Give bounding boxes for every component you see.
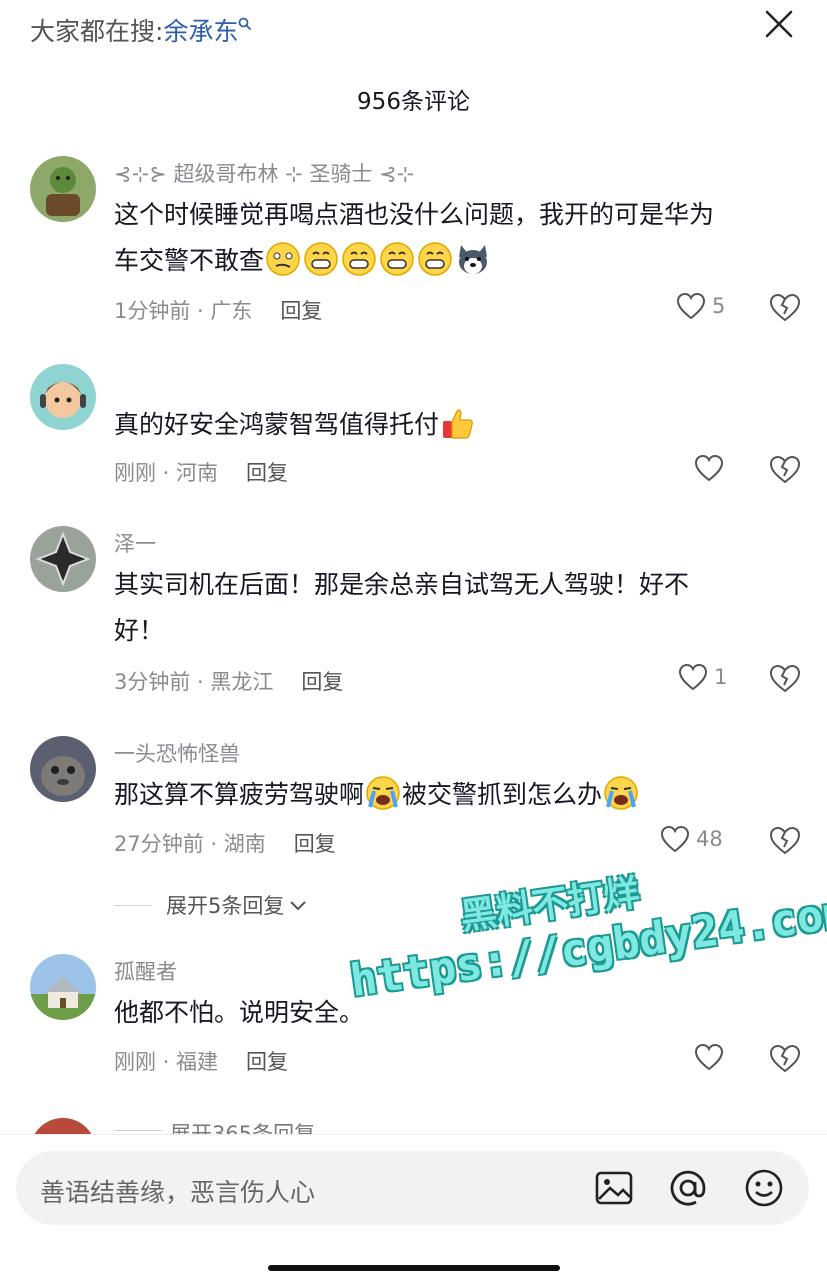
divider xyxy=(114,1130,162,1131)
broken-heart-icon[interactable] xyxy=(768,661,802,695)
like-button[interactable] xyxy=(694,454,724,482)
comment-text-fragment: 被交警抓到怎么办 xyxy=(402,780,603,809)
avatar[interactable] xyxy=(30,364,96,430)
comment-item: ⊰⊹⊱ 超级哥布林 ⊹ 圣骑士 ⊰⊹ 这个时候睡觉再喝点酒也没什么问题，我开的可… xyxy=(0,150,827,340)
comment-input-area: 善语结善缘，恶言伤人心 xyxy=(0,1134,827,1280)
search-prefix-label: 大家都在搜: xyxy=(30,17,164,46)
comment-text-fragment: 真的好安全鸿蒙智驾值得托付 xyxy=(114,410,440,439)
like-button[interactable]: 48 xyxy=(660,825,723,853)
comment-text: 这个时候睡觉再喝点酒也没什么问题，我开的可是华为 车交警不敢查 xyxy=(114,192,794,284)
comment-text-line: 这个时候睡觉再喝点酒也没什么问题，我开的可是华为 xyxy=(114,200,715,229)
time-location: 1分钟前 · 广东 xyxy=(114,299,253,323)
comment-input-placeholder: 善语结善缘，恶言伤人心 xyxy=(40,1178,316,1207)
top-bar: 大家都在搜:余承东 xyxy=(0,0,827,60)
loudly-crying-emoji-icon xyxy=(366,776,400,810)
partial-comment-row: 展开365条回复 xyxy=(0,1108,827,1136)
expand-replies-button[interactable]: 展开5条回复 xyxy=(114,890,308,920)
heart-icon xyxy=(678,663,708,691)
comments-count-title: 956条评论 xyxy=(357,89,470,115)
comment-text: 真的好安全鸿蒙智驾值得托付 xyxy=(114,402,794,448)
comment-meta: 刚刚 · 河南 回复 xyxy=(114,457,288,487)
grin-emoji-icon xyxy=(342,242,376,276)
comment-meta: 27分钟前 · 湖南 回复 xyxy=(114,828,336,858)
like-button[interactable]: 5 xyxy=(676,292,725,320)
comment-text-fragment: 那这算不算疲劳驾驶啊 xyxy=(114,780,365,809)
grin-emoji-icon xyxy=(304,242,338,276)
comment-text: 那这算不算疲劳驾驶啊 被交警抓到怎么办 xyxy=(114,772,794,818)
search-term-link[interactable]: 余承东 xyxy=(163,17,238,46)
like-count: 1 xyxy=(714,665,728,689)
time-location: 刚刚 · 河南 xyxy=(114,461,219,485)
heart-icon xyxy=(660,825,690,853)
comment-item: 一头恐怖怪兽 那这算不算疲劳驾驶啊 被交警抓到怎么办 27分钟前 · 湖南 回复 4… xyxy=(0,730,827,870)
like-count: 5 xyxy=(712,294,726,318)
thinking-face-emoji-icon xyxy=(266,242,300,276)
heart-icon xyxy=(694,454,724,482)
home-indicator xyxy=(268,1265,560,1271)
image-icon[interactable] xyxy=(594,1168,634,1208)
like-count: 48 xyxy=(696,827,723,851)
broken-heart-icon[interactable] xyxy=(768,452,802,486)
time-location: 27分钟前 · 湖南 xyxy=(114,832,266,856)
emoji-icon[interactable] xyxy=(744,1168,784,1208)
at-icon[interactable] xyxy=(668,1168,708,1208)
search-suggestion[interactable]: 大家都在搜:余承东 xyxy=(30,12,252,48)
comment-text: 其实司机在后面！那是余总亲自试驾无人驾驶！好不 好！ xyxy=(114,562,794,654)
comment-text: 他都不怕。说明安全。 xyxy=(114,998,365,1027)
comment-username[interactable]: 泽一 xyxy=(114,528,156,558)
comment-text-line: 其实司机在后面！那是余总亲自试驾无人驾驶！好不 xyxy=(114,570,690,599)
comment-text-line: 车交警不敢查 xyxy=(114,238,794,284)
comment-username[interactable]: ⊰⊹⊱ 超级哥布林 ⊹ 圣骑士 ⊰⊹ xyxy=(114,158,414,188)
loudly-crying-emoji-icon xyxy=(604,776,638,810)
comment-text-fragment: 车交警不敢查 xyxy=(114,246,265,275)
like-button[interactable] xyxy=(694,1043,724,1071)
chevron-down-icon xyxy=(290,901,307,911)
grin-emoji-icon xyxy=(380,242,414,276)
time-location: 3分钟前 · 黑龙江 xyxy=(114,670,274,694)
expand-replies-label: 展开5条回复 xyxy=(166,894,285,918)
broken-heart-icon[interactable] xyxy=(768,290,802,324)
reply-button[interactable]: 回复 xyxy=(246,461,288,485)
heart-icon xyxy=(694,1043,724,1071)
reply-button[interactable]: 回复 xyxy=(301,670,343,694)
broken-heart-icon[interactable] xyxy=(768,823,802,857)
search-icon xyxy=(239,17,252,30)
comment-item: 孤醒者 他都不怕。说明安全。 刚刚 · 福建 回复 xyxy=(0,950,827,1090)
thumbs-up-emoji-icon xyxy=(443,409,473,439)
time-location: 刚刚 · 福建 xyxy=(114,1050,219,1074)
reply-button[interactable]: 回复 xyxy=(246,1050,288,1074)
husky-emoji-icon xyxy=(459,245,488,274)
avatar[interactable] xyxy=(30,954,96,1020)
comment-meta: 3分钟前 · 黑龙江 回复 xyxy=(114,666,343,696)
divider xyxy=(114,904,152,906)
comment-text-line: 好！ xyxy=(114,616,165,645)
close-icon[interactable] xyxy=(761,6,797,42)
comment-input[interactable]: 善语结善缘，恶言伤人心 xyxy=(16,1151,809,1225)
grin-emoji-icon xyxy=(418,242,452,276)
avatar[interactable] xyxy=(30,526,96,592)
reply-button[interactable]: 回复 xyxy=(280,299,322,323)
avatar[interactable] xyxy=(30,736,96,802)
comment-username[interactable]: 一头恐怖怪兽 xyxy=(114,738,240,768)
like-button[interactable]: 1 xyxy=(678,663,727,691)
avatar[interactable] xyxy=(30,156,96,222)
comment-meta: 1分钟前 · 广东 回复 xyxy=(114,295,322,325)
comment-item: 泽一 其实司机在后面！那是余总亲自试驾无人驾驶！好不 好！ 3分钟前 · 黑龙江… xyxy=(0,520,827,700)
comment-username[interactable]: 孤醒者 xyxy=(114,956,177,986)
heart-icon xyxy=(676,292,706,320)
reply-button[interactable]: 回复 xyxy=(294,832,336,856)
comment-meta: 刚刚 · 福建 回复 xyxy=(114,1046,288,1076)
broken-heart-icon[interactable] xyxy=(768,1041,802,1075)
comment-item: 真的好安全鸿蒙智驾值得托付 刚刚 · 河南 回复 xyxy=(0,360,827,500)
